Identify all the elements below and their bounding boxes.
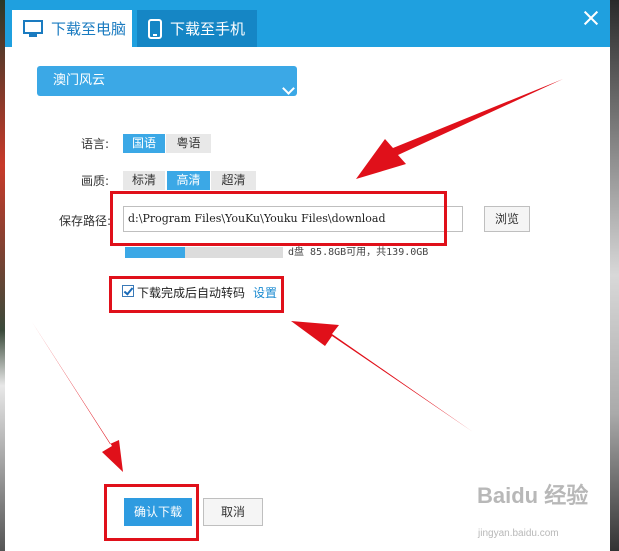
annotation-arrow-left xyxy=(32,322,123,472)
annotation-arrow-top-right xyxy=(356,79,563,179)
annotation-arrow-middle xyxy=(291,321,473,432)
annotation-arrows xyxy=(32,79,563,472)
baidu-watermark: Baidu 经验 xyxy=(477,483,589,508)
baidu-watermark-url: jingyan.baidu.com xyxy=(478,528,559,539)
